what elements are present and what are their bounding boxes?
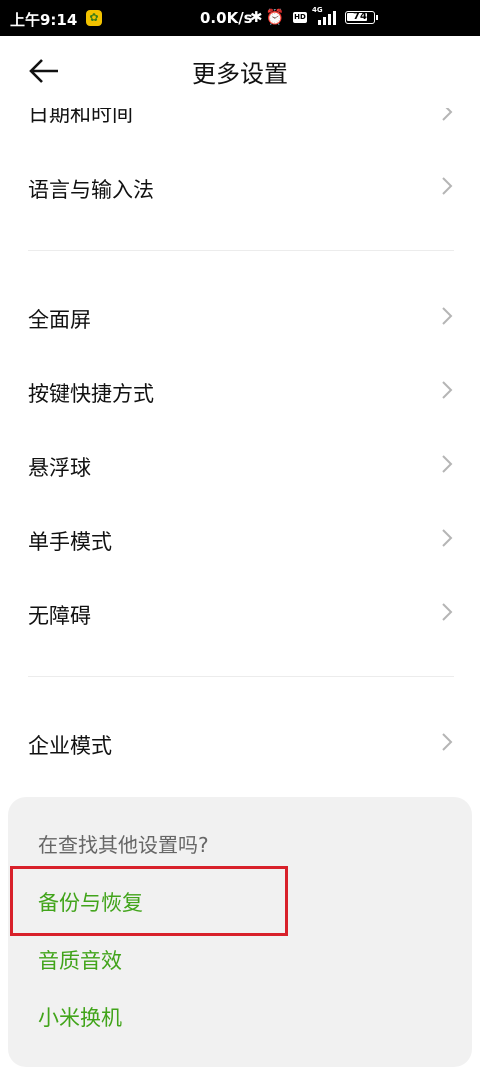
- status-bar: 上午9:14 ✿ 0.0K/s ✱⏰ HD 4G 74: [0, 0, 480, 36]
- app-notification-icon: ✿: [86, 10, 102, 26]
- link-mi-mover[interactable]: 小米换机: [38, 1002, 122, 1032]
- settings-item-label: 悬浮球: [28, 456, 91, 480]
- chevron-right-icon: [442, 455, 453, 473]
- chevron-right-icon: [442, 177, 453, 195]
- chevron-right-icon: [442, 529, 453, 547]
- section-divider: [28, 676, 454, 677]
- settings-item-full-screen[interactable]: 全面屏: [0, 284, 480, 350]
- section-divider: [28, 250, 454, 251]
- chevron-right-icon: [442, 381, 453, 399]
- hd-icon: HD: [293, 12, 307, 23]
- battery-level: 74: [353, 11, 367, 22]
- settings-item-label: 全面屏: [28, 308, 91, 332]
- settings-item-label: 单手模式: [28, 530, 112, 554]
- page-title: 更多设置: [192, 60, 288, 88]
- settings-item-accessibility[interactable]: 无障碍: [0, 580, 480, 646]
- signal-icon: [318, 9, 336, 25]
- link-sound-effects[interactable]: 音质音效: [38, 945, 122, 975]
- chevron-right-icon: [442, 307, 453, 325]
- settings-item-language-input[interactable]: 语言与输入法: [0, 154, 480, 220]
- app-header: 更多设置: [0, 36, 480, 108]
- status-time: 上午9:14: [10, 11, 78, 29]
- chevron-right-icon: [442, 733, 453, 751]
- settings-item-label: 按键快捷方式: [28, 382, 154, 406]
- settings-item-one-handed-mode[interactable]: 单手模式: [0, 506, 480, 572]
- highlight-box: [10, 866, 288, 936]
- network-speed: 0.0K/s: [200, 9, 253, 27]
- chevron-right-icon: [442, 603, 453, 621]
- suggestions-question: 在查找其他设置吗?: [38, 833, 209, 857]
- settings-item-label: 企业模式: [28, 734, 112, 758]
- settings-item-floating-ball[interactable]: 悬浮球: [0, 432, 480, 498]
- settings-item-button-shortcuts[interactable]: 按键快捷方式: [0, 358, 480, 424]
- settings-item-enterprise-mode[interactable]: 企业模式: [0, 710, 480, 776]
- settings-item-label: 无障碍: [28, 604, 91, 628]
- battery-icon: 74: [345, 11, 378, 24]
- settings-item-label: 语言与输入法: [28, 178, 154, 202]
- bluetooth-alarm-icons: ✱⏰: [250, 8, 288, 26]
